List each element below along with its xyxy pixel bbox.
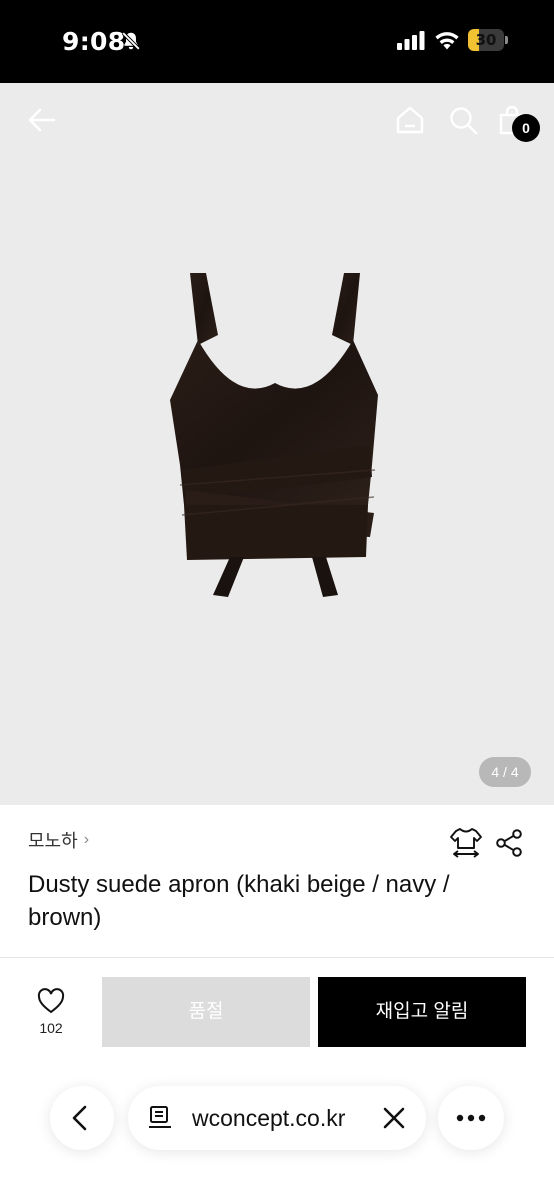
product-image bbox=[170, 273, 378, 597]
like-count: 102 bbox=[39, 1020, 63, 1036]
chevron-left-icon bbox=[72, 1105, 87, 1131]
search-button[interactable] bbox=[443, 100, 483, 140]
status-time: 9:08 bbox=[62, 27, 126, 56]
brand-name: 모노하 bbox=[28, 831, 78, 851]
size-guide-shirt-icon bbox=[450, 828, 482, 858]
size-guide-button[interactable] bbox=[449, 826, 483, 860]
bell-slash-icon bbox=[121, 31, 141, 51]
chevron-right-icon: › bbox=[83, 831, 90, 848]
close-icon[interactable] bbox=[378, 1102, 410, 1134]
brand-link[interactable]: 모노하 › bbox=[28, 828, 89, 852]
url-text[interactable]: wconcept.co.kr bbox=[192, 1104, 345, 1132]
cart-count-badge: 0 bbox=[512, 114, 540, 142]
status-bar: 9:08 30 bbox=[0, 0, 554, 83]
cellular-signal-icon bbox=[397, 31, 425, 50]
restock-alert-button[interactable]: 재입고 알림 bbox=[318, 977, 526, 1047]
back-button[interactable] bbox=[22, 100, 62, 140]
share-icon bbox=[496, 829, 522, 857]
more-icon bbox=[456, 1114, 486, 1122]
battery-text: 30 bbox=[475, 31, 497, 49]
heart-icon bbox=[37, 988, 65, 1014]
battery-cap bbox=[505, 36, 508, 44]
product-title: Dusty suede apron (khaki beige / navy / … bbox=[28, 871, 450, 931]
gallery-page-indicator: 4 / 4 bbox=[479, 757, 531, 787]
wifi-icon bbox=[435, 32, 459, 50]
battery-indicator: 30 bbox=[468, 29, 508, 51]
soldout-button: 품절 bbox=[102, 977, 310, 1047]
section-divider bbox=[0, 957, 554, 958]
home-icon bbox=[396, 106, 424, 134]
like-button[interactable]: 102 bbox=[26, 985, 76, 1045]
home-button[interactable] bbox=[390, 100, 430, 140]
share-button[interactable] bbox=[494, 828, 524, 858]
battery-icon: 30 bbox=[468, 29, 504, 51]
search-icon bbox=[450, 107, 478, 135]
arrow-left-icon bbox=[28, 108, 56, 132]
page-icon bbox=[149, 1106, 171, 1128]
